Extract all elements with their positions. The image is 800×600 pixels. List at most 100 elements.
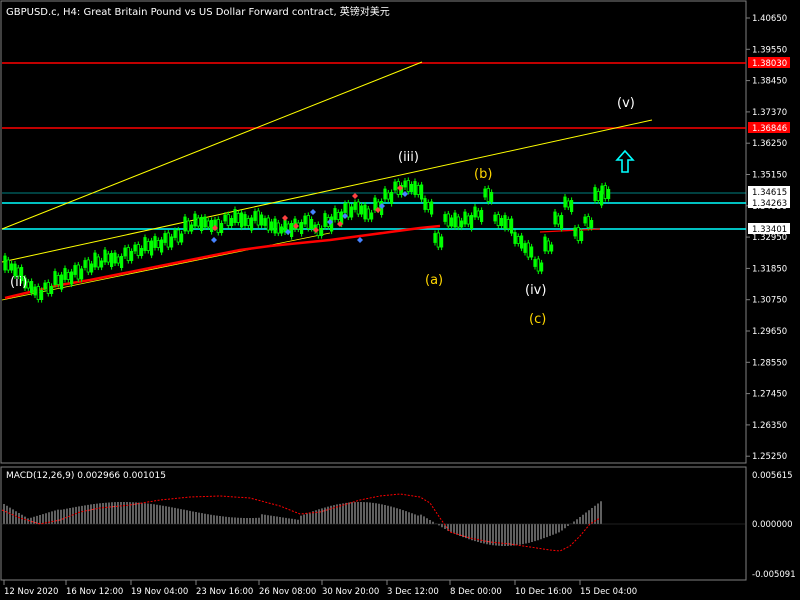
price-tag-current: 1.34615: [748, 186, 790, 198]
wave-label-v: (v): [617, 96, 635, 111]
candle-body: [236, 213, 240, 223]
candle-body: [116, 256, 120, 264]
svg-text:1.33401: 1.33401: [752, 225, 787, 235]
candle-body: [600, 185, 604, 195]
fractal-marker: [357, 237, 363, 243]
candle-body: [570, 199, 574, 212]
candle-body: [536, 258, 540, 272]
candle-body: [469, 214, 474, 229]
candle-body: [70, 271, 74, 285]
candle-body: [199, 216, 204, 231]
candle-body: [463, 211, 467, 225]
candle-body: [349, 206, 354, 218]
candle-body: [283, 219, 287, 233]
candle-body: [543, 236, 547, 252]
candle-body: [26, 281, 30, 289]
candle-body: [496, 214, 500, 226]
candle-body: [56, 275, 60, 285]
wave-label-b: (b): [474, 167, 492, 182]
candle-body: [406, 180, 410, 192]
candle-body: [179, 233, 184, 243]
wave-label-a: (a): [425, 273, 443, 288]
candle-body: [83, 260, 87, 268]
candle-body: [243, 214, 247, 226]
fractal-marker: [282, 215, 288, 221]
candle-body: [76, 264, 80, 280]
candle-body: [90, 263, 94, 273]
candle-body: [229, 217, 234, 226]
chart-canvas[interactable]: (ii) (iii) (iv) (v) (a) (b) (c) 1.406501…: [0, 0, 800, 600]
candle-body: [383, 188, 387, 200]
time-tick-label: 10 Dec 16:00: [515, 587, 572, 597]
candle-body: [309, 218, 314, 229]
candle-body: [560, 214, 564, 229]
price-tick-label: 1.25250: [752, 452, 787, 462]
candle-body: [66, 272, 70, 280]
price-tick-label: 1.37370: [752, 108, 787, 118]
candle-body: [53, 271, 57, 285]
candle-body: [40, 289, 44, 300]
candle-body: [336, 212, 340, 220]
candle-body: [153, 236, 157, 248]
candle-body: [259, 214, 264, 226]
svg-text:1.34263: 1.34263: [752, 199, 787, 209]
candle-body: [203, 216, 207, 228]
candle-body: [86, 259, 90, 273]
candle-body: [403, 180, 407, 188]
candle-body: [323, 213, 327, 227]
candle-body: [33, 286, 37, 296]
candle-body: [189, 224, 194, 232]
candle-body: [183, 216, 187, 232]
candle-body: [276, 222, 280, 234]
candle-body: [123, 247, 127, 257]
candle-body: [246, 218, 250, 226]
price-tick-label: 1.30750: [752, 296, 787, 306]
candle-body: [523, 243, 527, 253]
price-tick-label: 1.40650: [752, 14, 787, 24]
candle-body: [483, 188, 487, 198]
candle-body: [106, 253, 110, 263]
candle-body: [209, 219, 214, 232]
candle-body: [43, 282, 47, 290]
candle-body: [216, 219, 220, 233]
candle-body: [36, 286, 40, 300]
time-tick-label: 19 Nov 04:00: [131, 587, 188, 597]
candle-body: [73, 265, 77, 275]
candle-body: [409, 183, 414, 192]
candle-body: [6, 259, 10, 271]
time-tick-label: 3 Dec 12:00: [387, 587, 439, 597]
candle-body: [136, 244, 140, 256]
candle-body: [509, 218, 514, 234]
candle-body: [553, 211, 557, 225]
candle-body: [80, 268, 84, 280]
candle-body: [110, 252, 114, 267]
candle-body: [186, 220, 190, 232]
fractal-marker: [352, 193, 358, 199]
price-tick-label: 1.26350: [752, 421, 787, 431]
candle-body: [239, 212, 244, 228]
candle-body: [353, 202, 357, 210]
candle-body: [476, 210, 480, 218]
candle-body: [143, 237, 147, 251]
wave-label-ii: (ii): [10, 275, 27, 290]
candle-body: [166, 232, 170, 248]
price-candles: [3, 177, 611, 303]
candle-body: [173, 230, 177, 238]
candle-body: [363, 204, 367, 220]
wave-label-c: (c): [529, 312, 546, 327]
candle-body: [196, 217, 200, 227]
candle-body: [429, 201, 434, 215]
candle-body: [593, 187, 597, 201]
candle-body: [346, 202, 350, 218]
candle-body: [586, 216, 590, 228]
candle-body: [607, 188, 611, 199]
candle-body: [369, 212, 374, 220]
candle-body: [146, 241, 150, 251]
candle-body: [393, 181, 397, 191]
candle-body: [249, 217, 254, 231]
candle-body: [299, 221, 304, 234]
candle-body: [269, 221, 274, 231]
candle-body: [426, 202, 430, 210]
candle-body: [453, 212, 457, 228]
candle-body: [530, 246, 534, 258]
